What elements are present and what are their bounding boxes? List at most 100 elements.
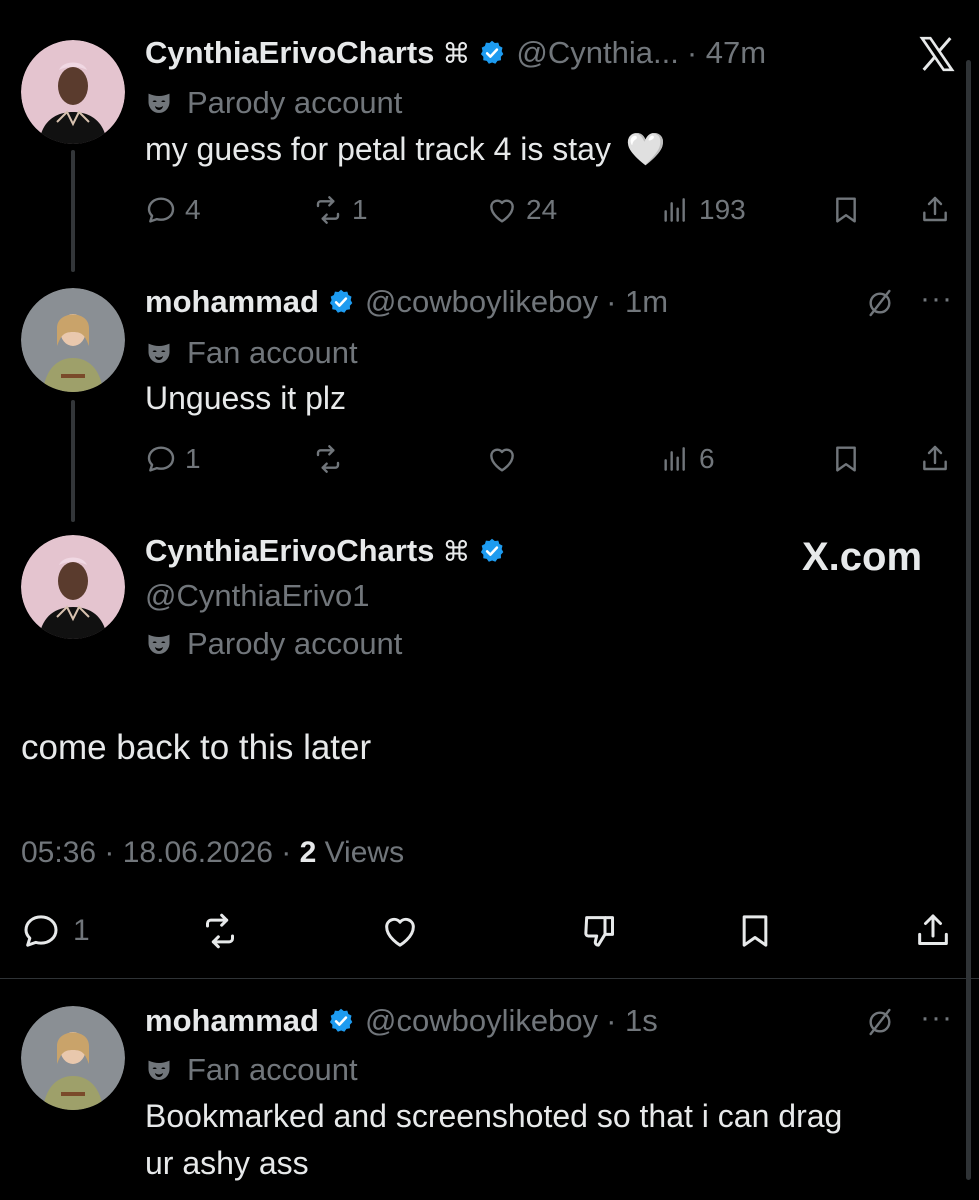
account-label: Parody account <box>145 626 402 662</box>
display-name[interactable]: mohammad <box>145 1003 319 1039</box>
heart-icon <box>380 911 420 951</box>
white-heart-emoji: 🤍 <box>625 131 666 167</box>
account-label-text: Fan account <box>187 1052 358 1087</box>
dislike-icon <box>580 911 620 951</box>
username-handle[interactable]: @CynthiaErivo1 <box>145 578 369 614</box>
verified-badge-icon <box>327 288 355 316</box>
share-icon <box>913 911 953 951</box>
scrollbar[interactable] <box>966 60 971 1180</box>
verified-badge-icon <box>478 39 506 67</box>
command-glyph: ⌘ <box>442 535 471 567</box>
grok-button[interactable] <box>864 287 896 319</box>
view-count: 6 <box>699 443 715 474</box>
heart-icon <box>486 443 518 475</box>
reply-icon <box>145 194 177 226</box>
account-label: Parody account <box>145 85 402 121</box>
bookmark-icon <box>830 194 862 226</box>
username-handle[interactable]: @cowboylikeboy <box>365 1003 598 1039</box>
more-options-icon[interactable]: ··· <box>920 1001 953 1035</box>
bookmark-button[interactable] <box>830 443 862 475</box>
x-com-watermark: X.com <box>802 535 922 580</box>
main-tweet-text: come back to this later <box>21 728 372 767</box>
x-logo-icon[interactable] <box>916 34 958 74</box>
share-button[interactable] <box>919 194 951 226</box>
repost-button[interactable]: 1 <box>312 194 368 226</box>
bookmark-button[interactable] <box>735 911 775 951</box>
grok-button[interactable] <box>864 1006 896 1038</box>
views-count: 2 <box>299 836 317 869</box>
like-button[interactable] <box>380 911 420 951</box>
reply-text-line-1: Bookmarked and screenshoted so that i ca… <box>145 1098 843 1134</box>
repost-icon <box>312 194 344 226</box>
reply-icon <box>21 911 61 951</box>
account-label-text: Parody account <box>187 626 403 661</box>
thread-connector <box>71 150 75 272</box>
reply-button[interactable]: 1 <box>145 443 201 475</box>
fan-mask-icon <box>145 1056 173 1084</box>
parody-mask-icon <box>145 630 173 658</box>
repost-icon <box>200 911 240 951</box>
divider <box>0 978 979 979</box>
avatar[interactable] <box>21 288 125 392</box>
tweet-meta: 05:36 · 18.06.2026 · 2 Views <box>21 836 404 870</box>
bookmark-icon <box>735 911 775 951</box>
repost-button[interactable] <box>312 443 344 475</box>
reply-button[interactable]: 1 <box>21 911 90 951</box>
share-icon <box>919 194 951 226</box>
like-count: 24 <box>526 194 558 225</box>
like-button[interactable] <box>486 443 518 475</box>
display-name[interactable]: CynthiaErivoCharts <box>145 533 434 569</box>
parody-mask-icon <box>145 89 173 117</box>
fan-mask-icon <box>145 339 173 367</box>
reply-icon <box>145 443 177 475</box>
display-name[interactable]: CynthiaErivoCharts <box>145 35 434 71</box>
timestamp-date[interactable]: 05:36 · 18.06.2026 · <box>21 836 291 869</box>
timestamp[interactable]: · 1m <box>606 284 668 320</box>
bookmark-icon <box>830 443 862 475</box>
avatar[interactable] <box>21 535 125 639</box>
views-button[interactable]: 6 <box>659 443 715 475</box>
heart-icon <box>486 194 518 226</box>
tweet-text-body: my guess for petal track 4 is stay <box>145 131 611 167</box>
view-count: 193 <box>699 194 746 225</box>
share-icon <box>919 443 951 475</box>
tweet-header: CynthiaErivoCharts ⌘ @Cynthia... · 47m <box>145 35 766 71</box>
tweet-header: mohammad @cowboylikeboy · 1m <box>145 284 668 320</box>
username-handle[interactable]: @Cynthia... <box>516 35 678 71</box>
watermark-text: X.com <box>802 535 923 579</box>
command-glyph: ⌘ <box>442 37 471 69</box>
views-icon <box>659 194 691 226</box>
repost-button[interactable] <box>200 911 240 951</box>
dislike-button[interactable] <box>580 911 620 951</box>
bookmark-button[interactable] <box>830 194 862 226</box>
views-button[interactable]: 193 <box>659 194 746 226</box>
tweet-header: mohammad @cowboylikeboy · 1s <box>145 1003 658 1039</box>
reply-count: 1 <box>185 443 201 474</box>
username-handle[interactable]: @cowboylikeboy <box>365 284 598 320</box>
reply-text-line-2: ur ashy ass <box>145 1145 309 1181</box>
display-name[interactable]: mohammad <box>145 284 319 320</box>
avatar[interactable] <box>21 1006 125 1110</box>
reply-count: 1 <box>73 914 90 947</box>
repost-icon <box>312 443 344 475</box>
grok-icon <box>864 287 896 319</box>
views-label: Views <box>324 836 405 869</box>
views-icon <box>659 443 691 475</box>
verified-badge-icon <box>478 537 506 565</box>
timestamp[interactable]: · 1s <box>606 1003 658 1039</box>
share-button[interactable] <box>919 443 951 475</box>
tweet-text: Unguess it plz <box>145 380 346 416</box>
account-label-text: Fan account <box>187 335 358 370</box>
reply-button[interactable]: 4 <box>145 194 201 226</box>
more-options-icon[interactable]: ··· <box>920 282 953 316</box>
tweet-header: CynthiaErivoCharts ⌘ <box>145 533 506 569</box>
timestamp[interactable]: · 47m <box>687 35 766 71</box>
account-label: Fan account <box>145 335 358 371</box>
share-button[interactable] <box>913 911 953 951</box>
tweet-text: my guess for petal track 4 is stay 🤍 <box>145 130 666 168</box>
thread-connector <box>71 400 75 522</box>
grok-icon <box>864 1006 896 1038</box>
account-label-text: Parody account <box>187 85 403 120</box>
avatar[interactable] <box>21 40 125 144</box>
like-button[interactable]: 24 <box>486 194 557 226</box>
